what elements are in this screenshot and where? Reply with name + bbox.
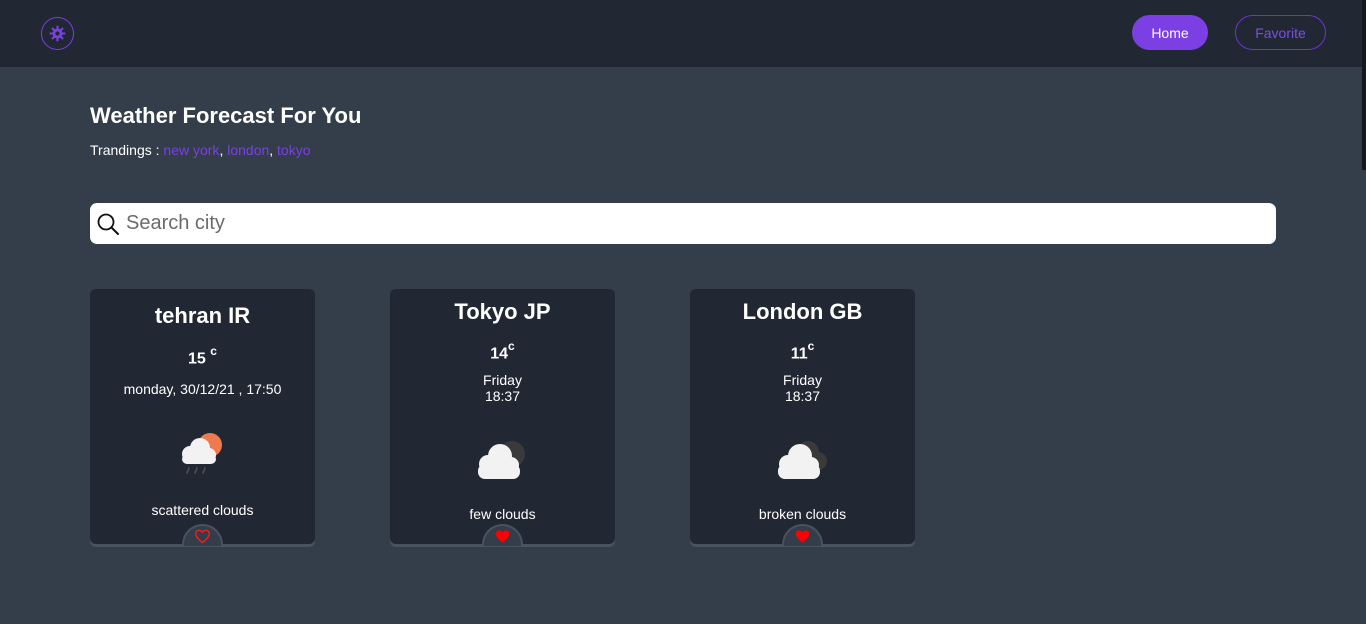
page-title: Weather Forecast For You xyxy=(90,103,362,128)
temp-unit: c xyxy=(210,344,217,358)
search-icon xyxy=(97,213,119,235)
weather-card-london: London GB 11c Friday 18:37 broken clouds xyxy=(690,289,915,546)
search-input[interactable] xyxy=(120,203,1276,244)
trending-link-london[interactable]: london xyxy=(227,142,269,158)
temp-unit: c xyxy=(508,339,515,353)
card-description: broken clouds xyxy=(758,506,847,522)
cloud-icon xyxy=(777,441,827,479)
heart-filled-icon xyxy=(795,529,810,543)
separator: , xyxy=(219,142,224,158)
card-temperature: 14c xyxy=(390,339,615,363)
card-time: 18:37 xyxy=(784,388,821,404)
top-navbar: Home Favorite xyxy=(0,0,1366,67)
cloud-icon xyxy=(477,441,525,479)
card-city: tehran IR xyxy=(154,303,251,328)
trending-link-new-york[interactable]: new york xyxy=(163,142,219,158)
heart-outline-icon xyxy=(194,529,211,544)
card-temperature: 11c xyxy=(690,339,915,363)
theme-toggle-button[interactable] xyxy=(41,17,74,50)
trending-label: Trandings : xyxy=(90,142,160,158)
gear-icon xyxy=(49,25,66,42)
temp-value: 11 xyxy=(790,345,808,363)
heart-filled-icon xyxy=(495,529,510,543)
cloud-sun-rain-icon xyxy=(181,433,222,474)
temp-value: 14 xyxy=(490,345,509,363)
card-date: Friday xyxy=(483,372,522,388)
favorite-toggle[interactable] xyxy=(782,524,823,546)
separator: , xyxy=(269,142,274,158)
card-temperature: 15 c xyxy=(90,344,315,368)
trending-cities: Trandings : new york, london, tokyo xyxy=(90,142,311,158)
scrollbar[interactable] xyxy=(1362,0,1366,170)
card-city: London GB xyxy=(742,299,863,324)
temp-value: 15 xyxy=(188,350,206,368)
card-description: few clouds xyxy=(469,506,536,522)
home-button[interactable]: Home xyxy=(1132,15,1208,50)
weather-card-tehran: tehran IR 15 c monday, 30/12/21 , 17:50 … xyxy=(90,289,315,546)
trending-link-tokyo[interactable]: tokyo xyxy=(277,142,310,158)
favorite-toggle[interactable] xyxy=(482,524,523,546)
weather-card-tokyo: Tokyo JP 14c Friday 18:37 few clouds xyxy=(390,289,615,546)
search-bar xyxy=(90,203,1276,244)
favorite-button[interactable]: Favorite xyxy=(1235,15,1326,50)
favorite-toggle[interactable] xyxy=(182,524,223,546)
card-date: Friday xyxy=(783,372,822,388)
card-date: monday, 30/12/21 , 17:50 xyxy=(123,381,282,397)
card-city: Tokyo JP xyxy=(454,299,551,324)
card-time: 18:37 xyxy=(484,388,521,404)
temp-unit: c xyxy=(807,339,815,353)
card-description: scattered clouds xyxy=(151,502,254,518)
